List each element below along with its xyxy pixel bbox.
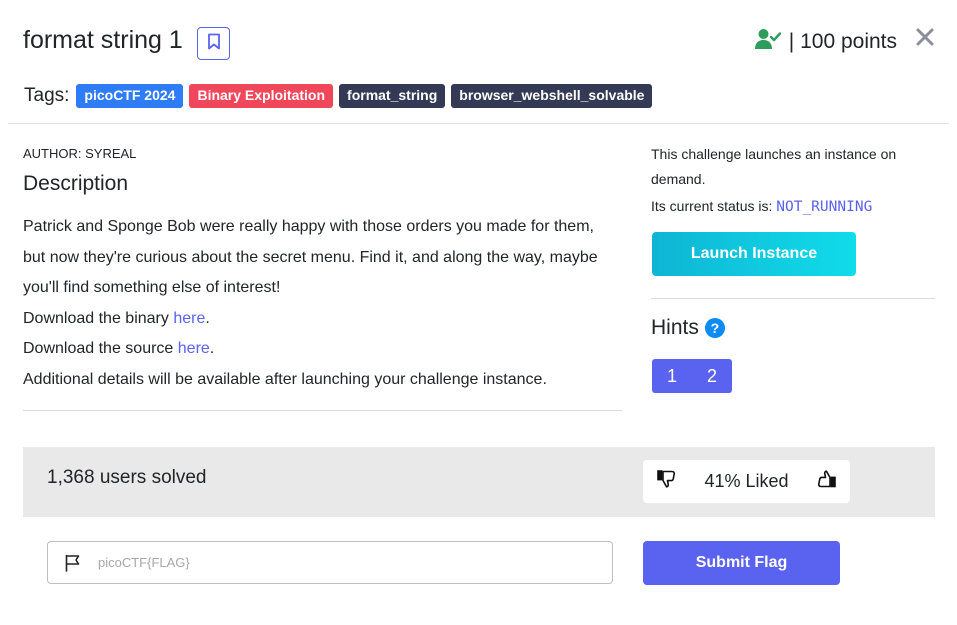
users-solved-count: 1,368 users solved xyxy=(47,467,207,488)
user-check-icon xyxy=(754,28,781,56)
description-paragraph: Patrick and Sponge Bob were really happy… xyxy=(23,218,598,296)
tag-browser-webshell-solvable[interactable]: browser_webshell_solvable xyxy=(451,84,653,108)
additional-details-text: Additional details will be available aft… xyxy=(23,370,547,388)
submit-flag-button[interactable]: Submit Flag xyxy=(643,541,840,585)
download-source-text: Download the source xyxy=(23,340,178,357)
flag-icon xyxy=(48,542,98,583)
points-text: | 100 points xyxy=(788,30,897,53)
download-binary-link[interactable]: here xyxy=(173,310,205,327)
hints-heading: Hints ? xyxy=(651,316,725,340)
hint-1-button[interactable]: 1 xyxy=(652,359,692,393)
tag-format-string[interactable]: format_string xyxy=(339,84,446,108)
download-binary-text: Download the binary xyxy=(23,309,174,327)
liked-percentage: 41% Liked xyxy=(704,471,789,491)
period: . xyxy=(205,309,210,327)
description-divider xyxy=(23,410,622,411)
status-label: Its current status is: xyxy=(651,198,777,214)
download-source-link[interactable]: here xyxy=(178,340,210,357)
instance-info: This challenge launches an instance on d… xyxy=(651,146,897,187)
description-body: Patrick and Sponge Bob were really happy… xyxy=(23,212,618,395)
bookmark-button[interactable] xyxy=(197,27,230,60)
header-divider xyxy=(8,123,949,124)
status-value: NOT_RUNNING xyxy=(776,199,873,215)
author-label: AUTHOR: SYREAL xyxy=(23,146,137,161)
download-source-line: Download the source here. xyxy=(23,334,618,365)
tags-row: Tags: picoCTF 2024 Binary Exploitation f… xyxy=(24,84,653,108)
description-heading: Description xyxy=(23,172,129,195)
points-display: | 100 points xyxy=(754,28,897,56)
hints-title: Hints xyxy=(651,316,699,339)
tag-picoctf-2024[interactable]: picoCTF 2024 xyxy=(76,84,184,108)
thumbs-up-icon[interactable] xyxy=(816,470,836,493)
instance-divider xyxy=(651,298,935,299)
flag-input[interactable] xyxy=(98,541,612,584)
thumbs-down-icon[interactable] xyxy=(657,470,677,493)
bookmark-icon xyxy=(207,33,221,55)
help-icon[interactable]: ? xyxy=(704,318,725,338)
hint-buttons: 1 2 xyxy=(652,359,732,393)
close-button[interactable] xyxy=(914,27,936,51)
tag-binary-exploitation[interactable]: Binary Exploitation xyxy=(189,84,334,108)
flag-input-wrapper xyxy=(47,541,613,584)
period: . xyxy=(209,340,215,357)
challenge-title: format string 1 xyxy=(23,26,183,54)
hint-2-button[interactable]: 2 xyxy=(692,359,732,393)
instance-status: Its current status is: NOT_RUNNING xyxy=(651,198,872,215)
like-widget: 41% Liked xyxy=(643,460,850,503)
close-icon xyxy=(916,28,934,51)
launch-instance-button[interactable]: Launch Instance xyxy=(652,232,856,276)
tags-label: Tags: xyxy=(24,85,70,106)
download-binary-line: Download the binary here. xyxy=(23,304,618,335)
